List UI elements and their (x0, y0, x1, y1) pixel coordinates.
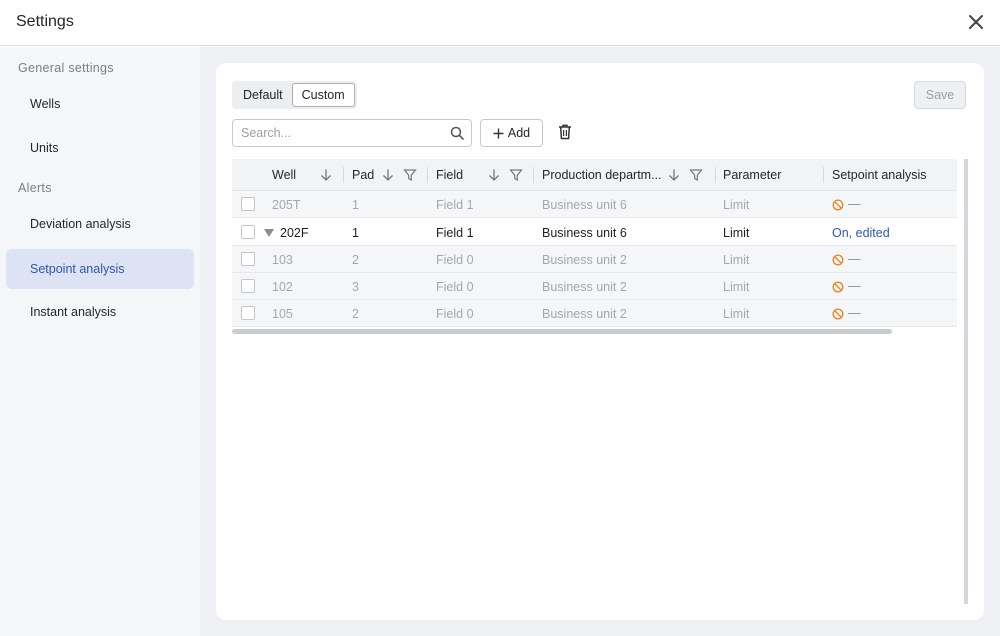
sidebar-item-deviation-analysis[interactable]: Deviation analysis (6, 204, 194, 244)
cell-status: — (848, 197, 861, 211)
search-input[interactable]: Search... (232, 119, 472, 147)
sidebar-section-alerts: Alerts (18, 181, 52, 195)
trash-icon[interactable] (558, 124, 572, 140)
column-header-production-department[interactable]: Production departm... (542, 159, 662, 191)
cell-pad: 3 (352, 280, 359, 294)
filter-icon[interactable] (689, 168, 703, 182)
cell-pad: 2 (352, 307, 359, 321)
cell-status: — (848, 306, 861, 320)
ban-icon (832, 254, 844, 266)
cell-parameter: Limit (723, 226, 750, 240)
filter-icon[interactable] (403, 168, 417, 182)
cell-department: Business unit 6 (542, 198, 627, 212)
table-row[interactable]: 102 3 Field 0 Business unit 2 Limit — (232, 273, 957, 300)
sidebar-item-instant-analysis[interactable]: Instant analysis (6, 292, 194, 332)
cell-parameter: Limit (723, 280, 750, 294)
cell-pad: 1 (352, 198, 359, 212)
add-button[interactable]: Add (480, 119, 543, 147)
table-row[interactable]: 202F 1 Field 1 Business unit 6 Limit On,… (232, 218, 957, 246)
cell-status: — (848, 252, 861, 266)
column-header-field[interactable]: Field (436, 159, 463, 191)
sidebar: General settings Wells Units Alerts Devi… (0, 47, 200, 636)
column-header-pad[interactable]: Pad (352, 159, 374, 191)
row-checkbox[interactable] (241, 197, 255, 211)
cell-department: Business unit 2 (542, 307, 627, 321)
table-header: Well Pad Field Production departm... Par… (232, 159, 957, 191)
cell-field: Field 0 (436, 253, 474, 267)
cell-pad: 1 (352, 226, 359, 240)
sort-arrow-down-icon[interactable] (381, 168, 395, 182)
window-header: Settings (0, 0, 1000, 46)
window-title: Settings (16, 13, 74, 30)
table-row[interactable]: 103 2 Field 0 Business unit 2 Limit — (232, 246, 957, 273)
cell-department: Business unit 6 (542, 226, 627, 240)
sidebar-item-units[interactable]: Units (6, 128, 194, 168)
cell-field: Field 1 (436, 226, 474, 240)
filter-icon[interactable] (509, 168, 523, 182)
cell-status-link[interactable]: On, edited (832, 226, 890, 240)
table-row[interactable]: 105 2 Field 0 Business unit 2 Limit — (232, 300, 957, 327)
close-icon[interactable] (968, 14, 984, 30)
plus-icon (493, 128, 504, 138)
cell-well: 202F (280, 226, 309, 240)
table-row[interactable]: 205T 1 Field 1 Business unit 6 Limit — (232, 191, 957, 218)
expand-triangle-icon[interactable] (264, 229, 274, 237)
cell-field: Field 0 (436, 307, 474, 321)
content-area: Default Custom Save Search... Add Well P… (200, 47, 1000, 636)
cell-field: Field 1 (436, 198, 474, 212)
cell-field: Field 0 (436, 280, 474, 294)
settings-panel: Default Custom Save Search... Add Well P… (216, 63, 984, 620)
sidebar-section-general: General settings (18, 61, 114, 75)
sidebar-item-wells[interactable]: Wells (6, 84, 194, 124)
sort-arrow-down-icon[interactable] (667, 168, 681, 182)
column-header-setpoint-analysis[interactable]: Setpoint analysis (832, 159, 927, 191)
segment-custom[interactable]: Custom (291, 83, 355, 107)
search-placeholder: Search... (241, 126, 292, 140)
cell-status: — (848, 279, 861, 293)
cell-well: 102 (272, 280, 293, 294)
cell-parameter: Limit (723, 307, 750, 321)
search-icon (450, 126, 464, 140)
cell-well: 103 (272, 253, 293, 267)
cell-department: Business unit 2 (542, 253, 627, 267)
cell-well: 105 (272, 307, 293, 321)
mode-segmented-control: Default Custom (232, 81, 357, 109)
add-button-label: Add (507, 126, 531, 140)
row-checkbox[interactable] (241, 306, 255, 320)
sort-arrow-down-icon[interactable] (319, 168, 333, 182)
horizontal-scrollbar[interactable] (232, 329, 892, 334)
save-button[interactable]: Save (914, 81, 966, 109)
ban-icon (832, 308, 844, 320)
cell-pad: 2 (352, 253, 359, 267)
ban-icon (832, 199, 844, 211)
row-checkbox[interactable] (241, 225, 255, 239)
cell-parameter: Limit (723, 253, 750, 267)
vertical-scrollbar[interactable] (964, 159, 968, 604)
sidebar-item-setpoint-analysis[interactable]: Setpoint analysis (6, 249, 194, 289)
sort-arrow-down-icon[interactable] (487, 168, 501, 182)
cell-parameter: Limit (723, 198, 750, 212)
ban-icon (832, 281, 844, 293)
column-header-well[interactable]: Well (272, 159, 296, 191)
segment-default[interactable]: Default (234, 83, 292, 107)
cell-department: Business unit 2 (542, 280, 627, 294)
row-checkbox[interactable] (241, 279, 255, 293)
cell-well: 205T (272, 198, 301, 212)
row-checkbox[interactable] (241, 252, 255, 266)
column-header-parameter[interactable]: Parameter (723, 159, 781, 191)
